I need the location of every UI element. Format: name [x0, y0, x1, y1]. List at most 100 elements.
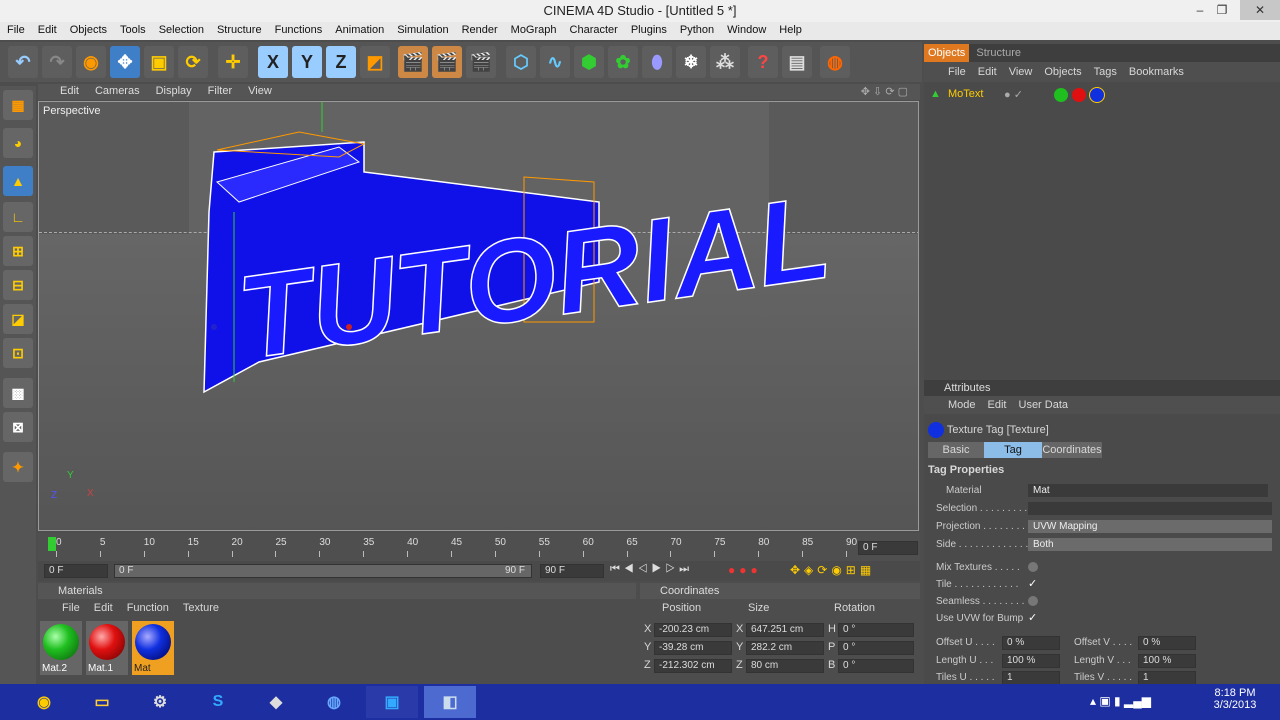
- motext-object[interactable]: TUTORIAL: [39, 102, 919, 531]
- tab-objects[interactable]: Objects: [924, 44, 970, 62]
- length-u-field[interactable]: 100 %: [1002, 654, 1060, 668]
- spline-icon[interactable]: ∿: [540, 46, 570, 78]
- tray-icons[interactable]: ▴ ▣ ▮ ▂▄▆: [1090, 694, 1151, 708]
- environment-icon[interactable]: ❄: [676, 46, 706, 78]
- materials-menu-file[interactable]: File: [62, 602, 80, 614]
- menu-functions[interactable]: Functions: [268, 22, 329, 36]
- steam-icon[interactable]: ⚙: [134, 686, 186, 718]
- x-axis-lock-icon[interactable]: X: [258, 46, 288, 78]
- object-mode-icon[interactable]: ▲: [3, 166, 33, 196]
- menu-window[interactable]: Window: [720, 22, 772, 36]
- material-tag-red[interactable]: [1072, 88, 1086, 102]
- cinema4d-taskbar-icon[interactable]: ◧: [424, 686, 476, 718]
- material-swatch-mat2[interactable]: Mat.2: [40, 621, 82, 675]
- menu-help[interactable]: Help: [772, 22, 808, 36]
- object-row-motext[interactable]: ▲ MoText ● ✓: [930, 87, 1270, 104]
- rot-p-field[interactable]: 0 °: [838, 641, 914, 655]
- playback-controls[interactable]: ⏮◀◁▶▷⏭: [610, 563, 693, 576]
- maximize-button[interactable]: ❐: [1207, 0, 1237, 20]
- attr-menu-edit[interactable]: Edit: [988, 399, 1007, 411]
- scene-icon[interactable]: ⁂: [710, 46, 740, 78]
- tab-structure[interactable]: Structure: [972, 44, 1025, 62]
- tiles-u-field[interactable]: 1: [1002, 671, 1060, 685]
- model-mode-icon[interactable]: ◕: [3, 128, 33, 158]
- object-name[interactable]: MoText: [948, 88, 983, 100]
- seamless-checkbox[interactable]: [1028, 596, 1038, 606]
- menu-edit[interactable]: Edit: [31, 22, 63, 36]
- rot-b-field[interactable]: 0 °: [838, 659, 914, 673]
- coordinate-system-icon[interactable]: ◩: [360, 46, 390, 78]
- side-dropdown[interactable]: Both: [1028, 538, 1272, 551]
- z-axis-lock-icon[interactable]: Z: [326, 46, 356, 78]
- globe-icon[interactable]: ◍: [308, 686, 360, 718]
- clock[interactable]: 8:18 PM 3/3/2013: [1200, 687, 1270, 711]
- viewport-menu-display[interactable]: Display: [148, 84, 200, 98]
- tab-coordinates[interactable]: Coordinates: [1042, 442, 1102, 458]
- offset-u-field[interactable]: 0 %: [1002, 636, 1060, 650]
- nurbs-icon[interactable]: ⬢: [574, 46, 604, 78]
- selection-field[interactable]: [1028, 502, 1272, 515]
- material-link-field[interactable]: Mat: [1028, 484, 1268, 497]
- objects-menu-objects[interactable]: Objects: [1044, 66, 1081, 78]
- start-frame-field[interactable]: 0 F: [44, 564, 108, 578]
- rot-h-field[interactable]: 0 °: [838, 623, 914, 637]
- playhead[interactable]: [48, 537, 56, 551]
- mix-textures-checkbox[interactable]: [1028, 562, 1038, 572]
- menu-selection[interactable]: Selection: [152, 22, 210, 36]
- material-swatch-mat1[interactable]: Mat.1: [86, 621, 128, 675]
- layout-icon[interactable]: ▦: [3, 90, 33, 120]
- file-explorer-icon[interactable]: ▭: [76, 686, 128, 718]
- workplane-icon[interactable]: ▩: [3, 378, 33, 408]
- materials-menu-function[interactable]: Function: [127, 602, 169, 614]
- viewport-menu-cameras[interactable]: Cameras: [87, 84, 148, 98]
- photoshop-icon[interactable]: ▣: [366, 686, 418, 718]
- objects-menu-file[interactable]: File: [948, 66, 966, 78]
- array-icon[interactable]: ✿: [608, 46, 638, 78]
- scale-icon[interactable]: ▣: [144, 46, 174, 78]
- menu-objects[interactable]: Objects: [63, 22, 113, 36]
- menu-python[interactable]: Python: [673, 22, 720, 36]
- polygons-mode-icon[interactable]: ◪: [3, 304, 33, 334]
- current-frame-field[interactable]: 0 F: [858, 541, 918, 555]
- objects-menu-tags[interactable]: Tags: [1094, 66, 1117, 78]
- length-v-field[interactable]: 100 %: [1138, 654, 1196, 668]
- deformer-icon[interactable]: ⬮: [642, 46, 672, 78]
- menu-tools[interactable]: Tools: [113, 22, 152, 36]
- menu-render[interactable]: Render: [455, 22, 504, 36]
- snap-icon[interactable]: ⊠: [3, 412, 33, 442]
- tiles-v-field[interactable]: 1: [1138, 671, 1196, 685]
- app-icon[interactable]: ◆: [250, 686, 302, 718]
- menu-character[interactable]: Character: [563, 22, 624, 36]
- viewport-menu-view[interactable]: View: [240, 84, 280, 98]
- chrome-icon[interactable]: ◉: [18, 686, 70, 718]
- timeline-ruler[interactable]: 0 5 10 15 20 25 30 35 40 45 50 55 60 65 70 75 80 85 90 0 F: [38, 533, 920, 561]
- edges-mode-icon[interactable]: ⊟: [3, 270, 33, 300]
- material-swatch-mat[interactable]: Mat: [132, 621, 174, 675]
- keyframe-icons[interactable]: ✥◈⟳◉⊞▦: [790, 563, 875, 577]
- sculpt-icon[interactable]: ✦: [3, 452, 33, 482]
- texture-mode-icon[interactable]: ∟: [3, 202, 33, 232]
- tab-tag[interactable]: Tag: [984, 442, 1042, 458]
- tile-checkbox[interactable]: ✓: [1028, 577, 1037, 590]
- materials-menu-edit[interactable]: Edit: [94, 602, 113, 614]
- uvw-bump-checkbox[interactable]: ✓: [1028, 611, 1037, 624]
- content-browser-icon[interactable]: ◍: [820, 46, 850, 78]
- pos-y-field[interactable]: -39.28 cm: [654, 641, 732, 655]
- tab-basic[interactable]: Basic: [928, 442, 984, 458]
- uv-mode-icon[interactable]: ⊡: [3, 338, 33, 368]
- material-tag-blue[interactable]: [1089, 87, 1105, 103]
- script-icon[interactable]: ▤: [782, 46, 812, 78]
- render-settings-icon[interactable]: 🎬: [466, 46, 496, 78]
- viewport[interactable]: Perspective TUTORIAL Y X Z: [38, 101, 919, 531]
- size-x-field[interactable]: 647.251 cm: [746, 623, 824, 637]
- objects-menu-view[interactable]: View: [1009, 66, 1033, 78]
- range-slider[interactable]: 0 F 90 F: [114, 564, 532, 578]
- undo-icon[interactable]: ↶: [8, 46, 38, 78]
- rotate-icon[interactable]: ⟳: [178, 46, 208, 78]
- points-mode-icon[interactable]: ⊞: [3, 236, 33, 266]
- materials-menu-texture[interactable]: Texture: [183, 602, 219, 614]
- objects-menu-edit[interactable]: Edit: [978, 66, 997, 78]
- visibility-dots[interactable]: ● ✓: [1004, 88, 1023, 101]
- menu-structure[interactable]: Structure: [210, 22, 268, 36]
- redo-icon[interactable]: ↷: [42, 46, 72, 78]
